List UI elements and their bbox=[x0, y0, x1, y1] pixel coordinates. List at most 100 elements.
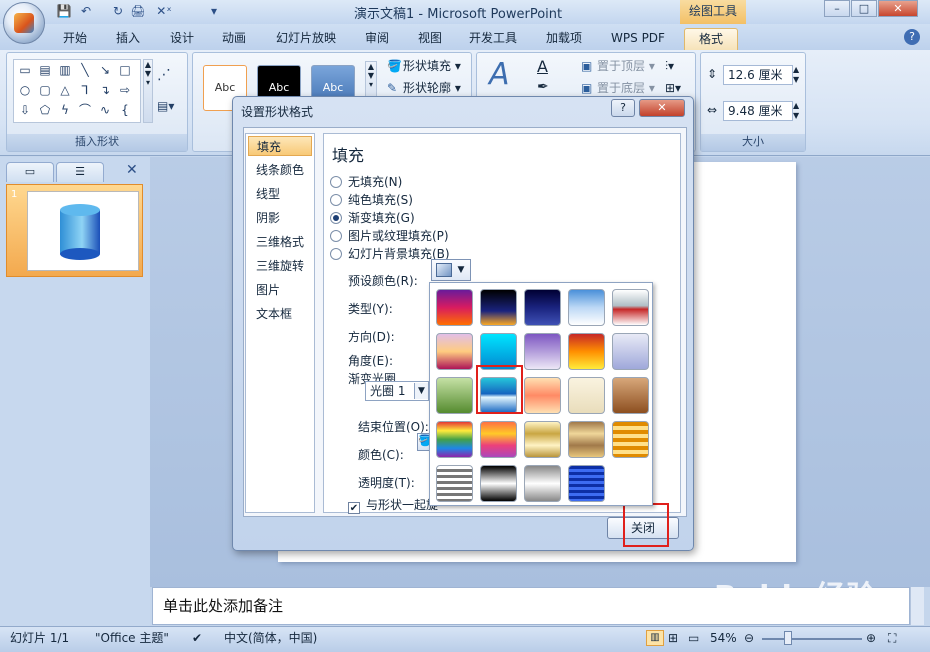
curve-icon[interactable]: ⌒ bbox=[76, 102, 94, 118]
bring-to-front-button[interactable]: ▣ 置于顶层 ▾ bbox=[581, 57, 655, 75]
align-icon[interactable]: ⫶▾ bbox=[665, 59, 674, 74]
zoom-in-icon[interactable]: ⊕ bbox=[866, 627, 876, 649]
gradient-preset-swatch[interactable] bbox=[612, 377, 649, 414]
width-input[interactable]: 9.48 厘米 bbox=[723, 101, 793, 121]
wordart-a-icon[interactable]: A bbox=[489, 57, 510, 92]
send-to-back-button[interactable]: ▣ 置于底层 ▾ bbox=[581, 79, 655, 97]
slide-thumbnail-1[interactable]: 1 bbox=[6, 184, 143, 277]
freeform-icon[interactable]: ∿ bbox=[96, 102, 114, 118]
close-window-button[interactable]: ✕ bbox=[878, 0, 918, 17]
dialog-close-icon[interactable]: ✕ bbox=[639, 99, 685, 117]
gradient-preset-swatch[interactable] bbox=[436, 377, 473, 414]
undo-icon[interactable]: ↶ bbox=[78, 3, 94, 19]
gradient-preset-swatch[interactable] bbox=[524, 421, 561, 458]
brace-icon[interactable]: { bbox=[116, 102, 134, 118]
nav-3d-rotation[interactable]: 三维旋转 bbox=[248, 256, 312, 276]
outline-tab[interactable]: ☰ bbox=[56, 162, 104, 182]
text-outline-icon[interactable]: ✒ bbox=[537, 79, 549, 95]
shapes-gallery[interactable]: ▭ ▤ ▥ ╲ ↘ □ ○ ▢ △ ⅂ ↴ ⇨ ⇩ ⬠ ϟ ⌒ ∿ { bbox=[13, 59, 141, 123]
rect-shape-icon[interactable]: ▭ bbox=[16, 62, 34, 78]
nav-textbox[interactable]: 文本框 bbox=[248, 304, 312, 324]
panel-close-icon[interactable]: ✕ bbox=[126, 162, 138, 178]
slideshow-view-icon[interactable]: ▭ bbox=[688, 627, 699, 649]
sorter-view-icon[interactable]: ⊞ bbox=[668, 627, 678, 649]
spell-check-icon[interactable]: ✔ bbox=[192, 627, 202, 649]
rectangle-icon[interactable]: □ bbox=[116, 62, 134, 78]
rounded-rect-icon[interactable]: ▢ bbox=[36, 82, 54, 98]
nav-fill[interactable]: 填充 bbox=[248, 136, 312, 156]
group-icon[interactable]: ⊞▾ bbox=[665, 81, 681, 95]
shape-outline-button[interactable]: ✎ 形状轮廓 ▾ bbox=[387, 79, 461, 97]
right-arrow-icon[interactable]: ⇨ bbox=[116, 82, 134, 98]
gradient-preset-swatch[interactable] bbox=[612, 289, 649, 326]
tab-insert[interactable]: 插入 bbox=[106, 28, 150, 50]
tab-developer[interactable]: 开发工具 bbox=[460, 28, 526, 50]
shapes-scroll[interactable]: ▲ ▼ ▾ bbox=[143, 59, 153, 123]
quick-access-icon[interactable]: ✕ˣ bbox=[152, 3, 176, 19]
gradient-preset-swatch[interactable] bbox=[524, 377, 561, 414]
normal-view-icon[interactable]: ▥ bbox=[646, 630, 664, 646]
tab-addins[interactable]: 加载项 bbox=[536, 28, 592, 50]
triangle-icon[interactable]: △ bbox=[56, 82, 74, 98]
print-preview-icon[interactable]: 🖨 bbox=[130, 3, 146, 19]
arrow-line-icon[interactable]: ↘ bbox=[96, 62, 114, 78]
office-button[interactable] bbox=[3, 2, 45, 44]
vertical-textbox-icon[interactable]: ▥ bbox=[56, 62, 74, 78]
gradient-preset-swatch[interactable] bbox=[568, 377, 605, 414]
elbow-connector-icon[interactable]: ⅂ bbox=[76, 82, 94, 98]
maximize-button[interactable]: □ bbox=[851, 0, 877, 17]
width-spinner[interactable]: ▲ ▼ bbox=[793, 101, 799, 121]
textbox-shape-icon[interactable]: ▤ bbox=[36, 62, 54, 78]
lightning-icon[interactable]: ϟ bbox=[56, 102, 74, 118]
connector-icon[interactable]: ↴ bbox=[96, 82, 114, 98]
gradient-preset-swatch[interactable] bbox=[480, 421, 517, 458]
gradient-preset-swatch[interactable] bbox=[524, 465, 561, 502]
tab-wps-pdf[interactable]: WPS PDF bbox=[602, 28, 674, 50]
preset-colors-dropdown[interactable]: ▼ bbox=[431, 259, 471, 281]
qat-customize-icon[interactable]: ▾ bbox=[206, 3, 222, 19]
tab-review[interactable]: 审阅 bbox=[355, 28, 399, 50]
gradient-fill-option[interactable]: 渐变填充(G) bbox=[330, 210, 415, 226]
rotate-with-shape-option[interactable]: ✔ 与形状一起旋 bbox=[348, 496, 438, 514]
nav-line-color[interactable]: 线条颜色 bbox=[248, 160, 312, 180]
pentagon-icon[interactable]: ⬠ bbox=[36, 102, 54, 118]
gradient-preset-swatch[interactable] bbox=[568, 289, 605, 326]
text-fill-icon[interactable]: A bbox=[537, 57, 548, 76]
gradient-preset-swatch[interactable] bbox=[612, 421, 649, 458]
nav-picture[interactable]: 图片 bbox=[248, 280, 312, 300]
fit-window-icon[interactable]: ⛶ bbox=[888, 627, 896, 649]
gradient-preset-swatch[interactable] bbox=[612, 333, 649, 370]
gradient-preset-swatch[interactable] bbox=[436, 421, 473, 458]
gradient-preset-swatch[interactable] bbox=[524, 333, 561, 370]
edit-points-icon[interactable]: ⋰ bbox=[157, 67, 171, 83]
gradient-preset-swatch[interactable] bbox=[480, 465, 517, 502]
zoom-thumb[interactable] bbox=[784, 631, 792, 645]
height-input[interactable]: 12.6 厘米 bbox=[723, 65, 793, 85]
solid-fill-option[interactable]: 纯色填充(S) bbox=[330, 192, 413, 208]
dialog-help-button[interactable]: ? bbox=[611, 99, 635, 117]
gradient-preset-swatch[interactable] bbox=[480, 289, 517, 326]
gradient-preset-swatch[interactable] bbox=[436, 333, 473, 370]
nav-shadow[interactable]: 阴影 bbox=[248, 208, 312, 228]
redo-icon[interactable]: ↻ bbox=[110, 3, 126, 19]
no-fill-option[interactable]: 无填充(N) bbox=[330, 174, 402, 190]
gradient-preset-swatch[interactable] bbox=[568, 421, 605, 458]
tab-view[interactable]: 视图 bbox=[408, 28, 452, 50]
oval-icon[interactable]: ○ bbox=[16, 82, 34, 98]
tab-slideshow[interactable]: 幻灯片放映 bbox=[266, 28, 346, 50]
zoom-out-icon[interactable]: ⊖ bbox=[744, 627, 754, 649]
tab-animation[interactable]: 动画 bbox=[212, 28, 256, 50]
help-icon[interactable]: ? bbox=[904, 29, 920, 45]
line-shape-icon[interactable]: ╲ bbox=[76, 62, 94, 78]
gradient-preset-swatch[interactable] bbox=[524, 289, 561, 326]
tab-design[interactable]: 设计 bbox=[160, 28, 204, 50]
gradient-preset-swatch[interactable] bbox=[436, 465, 473, 502]
nav-line-style[interactable]: 线型 bbox=[248, 184, 312, 204]
down-arrow-icon[interactable]: ⇩ bbox=[16, 102, 34, 118]
nav-3d-format[interactable]: 三维格式 bbox=[248, 232, 312, 252]
notes-scrollbar[interactable] bbox=[910, 587, 924, 625]
tab-format[interactable]: 格式 bbox=[684, 28, 738, 50]
tab-home[interactable]: 开始 bbox=[52, 28, 98, 50]
picture-fill-option[interactable]: 图片或纹理填充(P) bbox=[330, 228, 449, 244]
gradient-preset-swatch[interactable] bbox=[568, 465, 605, 502]
